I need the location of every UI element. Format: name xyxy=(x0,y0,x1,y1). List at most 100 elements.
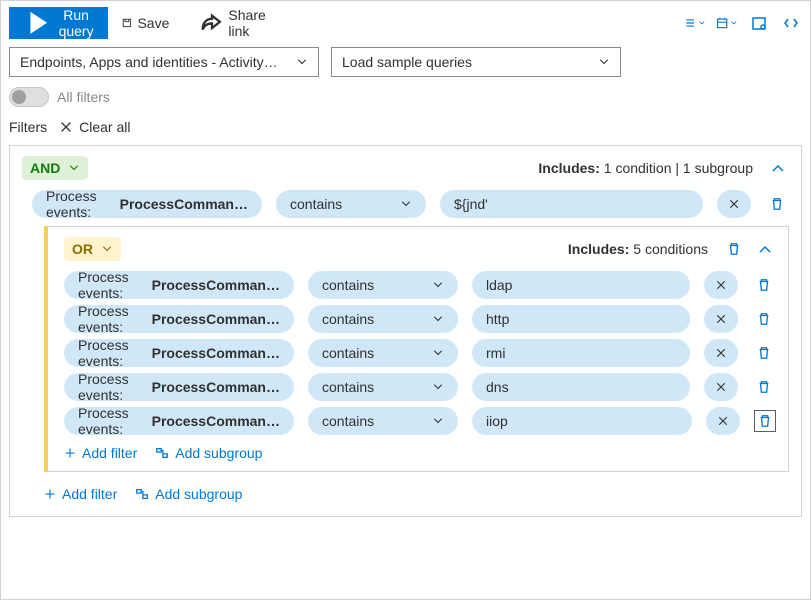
field-pill[interactable]: Process events: ProcessComman… xyxy=(64,305,294,333)
chevron-down-icon xyxy=(432,415,444,427)
delete-button[interactable] xyxy=(754,410,776,432)
all-filters-label: All filters xyxy=(57,89,110,105)
code-button[interactable] xyxy=(780,12,802,34)
or-label: OR xyxy=(72,241,93,257)
or-subgroup: OR Includes: 5 conditions Process events… xyxy=(44,226,789,472)
chevron-down-icon xyxy=(730,15,738,31)
field-pill[interactable]: Process events: ProcessComman… xyxy=(64,407,294,435)
play-icon xyxy=(23,8,53,38)
value-pill[interactable]: rmi xyxy=(472,339,690,367)
value-pill[interactable]: http xyxy=(472,305,690,333)
value-pill[interactable]: dns xyxy=(472,373,690,401)
toolbar: Run query Save Share link xyxy=(9,5,802,41)
filters-title: Filters xyxy=(9,119,47,135)
field-pill[interactable]: Process events: ProcessComman… xyxy=(64,373,294,401)
and-group-header: AND Includes: 1 condition | 1 subgroup xyxy=(22,156,789,180)
subgroup-icon xyxy=(135,487,149,501)
filter-panel: AND Includes: 1 condition | 1 subgroup P… xyxy=(9,145,802,517)
add-subgroup-button[interactable]: Add subgroup xyxy=(155,445,262,461)
samples-label: Load sample queries xyxy=(342,54,472,70)
chevron-down-icon xyxy=(101,243,113,255)
save-button[interactable]: Save xyxy=(116,11,184,35)
trash-icon xyxy=(757,346,771,360)
samples-select[interactable]: Load sample queries xyxy=(331,47,621,77)
run-query-button[interactable]: Run query xyxy=(9,7,108,39)
chevron-down-icon xyxy=(698,15,706,31)
date-button[interactable] xyxy=(716,12,738,34)
add-filter-button[interactable]: Add filter xyxy=(64,445,137,461)
delete-button[interactable] xyxy=(765,197,789,211)
chevron-down-icon xyxy=(400,198,412,210)
subgroup-icon xyxy=(155,446,169,460)
save-icon xyxy=(122,18,132,28)
operator-pill[interactable]: contains xyxy=(308,373,458,401)
clear-all-button[interactable]: Clear all xyxy=(59,119,130,135)
delete-button[interactable] xyxy=(752,312,776,326)
x-icon xyxy=(715,347,727,359)
operator-pill[interactable]: contains xyxy=(276,190,426,218)
operator-pill[interactable]: contains xyxy=(308,271,458,299)
x-icon xyxy=(715,381,727,393)
chevron-down-icon xyxy=(175,17,177,29)
value-pill[interactable]: ldap xyxy=(472,271,690,299)
and-summary: Includes: 1 condition | 1 subgroup xyxy=(538,160,753,176)
chevron-down-icon xyxy=(432,279,444,291)
clear-button[interactable] xyxy=(704,271,738,299)
delete-button[interactable] xyxy=(752,346,776,360)
delete-button[interactable] xyxy=(752,278,776,292)
operator-pill[interactable]: contains xyxy=(308,305,458,333)
filters-header: Filters Clear all xyxy=(9,119,802,135)
and-collapse-button[interactable] xyxy=(767,157,789,179)
filter-row: Process events: ProcessComman… contains … xyxy=(64,305,776,333)
delete-subgroup-button[interactable] xyxy=(722,242,746,256)
or-group-header: OR Includes: 5 conditions xyxy=(64,237,776,261)
list-view-button[interactable] xyxy=(684,12,706,34)
chevron-down-icon xyxy=(432,347,444,359)
field-pill[interactable]: Process events: ProcessComman… xyxy=(32,190,262,218)
clear-button[interactable] xyxy=(706,407,740,435)
clear-button[interactable] xyxy=(704,339,738,367)
or-operator-select[interactable]: OR xyxy=(64,237,121,261)
and-add-row: Add filter Add subgroup xyxy=(44,486,789,502)
add-subgroup-button[interactable]: Add subgroup xyxy=(135,486,242,502)
clear-button[interactable] xyxy=(704,373,738,401)
value-pill[interactable]: iiop xyxy=(472,407,692,435)
toolbar-right xyxy=(684,12,802,34)
or-summary: Includes: 5 conditions xyxy=(568,241,708,257)
clear-button[interactable] xyxy=(704,305,738,333)
chevron-up-icon xyxy=(770,160,786,176)
clear-all-label: Clear all xyxy=(79,119,130,135)
field-pill[interactable]: Process events: ProcessComman… xyxy=(64,339,294,367)
filter-row: Process events: ProcessComman… contains … xyxy=(64,407,776,435)
and-label: AND xyxy=(30,160,60,176)
x-icon xyxy=(715,279,727,291)
delete-button[interactable] xyxy=(752,380,776,394)
field-pill[interactable]: Process events: ProcessComman… xyxy=(64,271,294,299)
add-filter-button[interactable]: Add filter xyxy=(44,486,117,502)
list-icon xyxy=(684,15,696,31)
operator-pill[interactable]: contains xyxy=(308,407,458,435)
filter-row: Process events: ProcessComman… contains … xyxy=(64,271,776,299)
trash-icon xyxy=(727,242,741,256)
or-collapse-button[interactable] xyxy=(754,238,776,260)
operator-pill[interactable]: contains xyxy=(308,339,458,367)
clear-button[interactable] xyxy=(717,190,751,218)
trash-icon xyxy=(757,312,771,326)
or-add-row: Add filter Add subgroup xyxy=(64,445,776,461)
scope-select[interactable]: Endpoints, Apps and identities - Activit… xyxy=(9,47,319,77)
trash-icon xyxy=(770,197,784,211)
share-button[interactable]: Share link xyxy=(192,3,272,43)
selectors: Endpoints, Apps and identities - Activit… xyxy=(9,47,802,77)
all-filters-toggle[interactable] xyxy=(9,87,49,107)
trash-icon xyxy=(758,414,772,428)
chevron-down-icon xyxy=(68,162,80,174)
settings-button[interactable] xyxy=(748,12,770,34)
x-icon xyxy=(715,313,727,325)
value-pill[interactable]: ${jnd' xyxy=(440,190,703,218)
and-operator-select[interactable]: AND xyxy=(22,156,88,180)
or-rows: Process events: ProcessComman… contains … xyxy=(64,271,776,435)
code-icon xyxy=(783,15,799,31)
chevron-down-icon xyxy=(598,56,610,68)
calendar-icon xyxy=(716,15,728,31)
plus-icon xyxy=(64,447,76,459)
